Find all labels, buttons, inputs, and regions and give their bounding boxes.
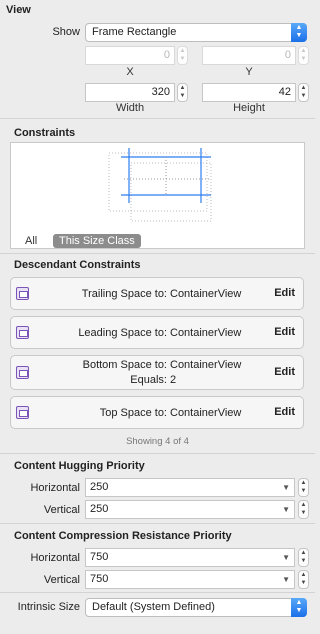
hugging-horizontal-stepper[interactable]: ▲ ▼ — [298, 478, 309, 497]
view-section-title: View — [6, 4, 31, 16]
hugging-horizontal-value: 250 — [90, 481, 109, 493]
constraint-icon — [16, 326, 29, 339]
separator — [0, 592, 315, 593]
separator — [0, 253, 315, 254]
compression-vertical-combo[interactable]: 750 ▼ — [85, 570, 295, 589]
constraints-diagram-graphic — [108, 148, 212, 222]
show-popup-value: Frame Rectangle — [92, 26, 177, 38]
intrinsic-size-popup[interactable]: Default (System Defined) ▲ ▼ — [85, 598, 307, 617]
compression-vertical-value: 750 — [90, 573, 109, 585]
popup-arrows-icon: ▲ ▼ — [291, 23, 307, 42]
constraint-name: Trailing Space to: — [81, 288, 167, 300]
height-field[interactable]: 42 — [202, 83, 296, 102]
tab-all[interactable]: All — [25, 235, 37, 247]
hugging-vertical-combo[interactable]: 250 ▼ — [85, 500, 295, 519]
constraints-section-title: Constraints — [14, 127, 76, 139]
y-label: Y — [245, 66, 253, 78]
hugging-horizontal-label: Horizontal — [30, 482, 80, 494]
constraint-target: ContainerView — [170, 407, 242, 419]
compression-vertical-stepper[interactable]: ▲ ▼ — [298, 570, 309, 589]
width-label: Width — [115, 102, 145, 114]
tab-this-size-class[interactable]: This Size Class — [53, 234, 141, 248]
separator — [0, 523, 315, 524]
chevron-down-icon: ▼ — [282, 553, 290, 562]
show-label: Show — [52, 26, 80, 38]
y-field[interactable]: 0 — [202, 46, 296, 65]
constraint-target: ContainerView — [170, 327, 242, 339]
constraint-target: ContainerView — [170, 359, 242, 371]
descendant-section-title: Descendant Constraints — [14, 259, 141, 271]
popup-arrows-icon: ▲ ▼ — [291, 598, 307, 617]
constraint-row-top[interactable]: Top Space to: ContainerView Edit — [10, 396, 304, 429]
hugging-vertical-value: 250 — [90, 503, 109, 515]
constraint-row-trailing[interactable]: Trailing Space to: ContainerView Edit — [10, 277, 304, 310]
hugging-section-title: Content Hugging Priority — [14, 460, 145, 472]
separator — [0, 118, 315, 119]
compression-horizontal-value: 750 — [90, 551, 109, 563]
edit-button[interactable]: Edit — [274, 406, 295, 418]
edit-button[interactable]: Edit — [274, 287, 295, 299]
chevron-down-icon: ▼ — [282, 575, 290, 584]
intrinsic-size-label: Intrinsic Size — [17, 601, 80, 613]
separator — [0, 453, 315, 454]
edit-button[interactable]: Edit — [274, 326, 295, 338]
height-label: Height — [233, 102, 265, 114]
y-stepper[interactable]: ▲ ▼ — [298, 46, 309, 65]
constraint-equals-label: Equals: — [130, 374, 167, 386]
x-label: X — [126, 66, 134, 78]
chevron-down-icon: ▼ — [282, 505, 290, 514]
hugging-vertical-stepper[interactable]: ▲ ▼ — [298, 500, 309, 519]
width-field[interactable]: 320 — [85, 83, 175, 102]
width-stepper[interactable]: ▲ ▼ — [177, 83, 188, 102]
constraint-name: Top Space to: — [99, 407, 167, 419]
x-stepper[interactable]: ▲ ▼ — [177, 46, 188, 65]
constraint-target: ContainerView — [170, 288, 242, 300]
compression-horizontal-label: Horizontal — [30, 552, 80, 564]
constraint-row-leading[interactable]: Leading Space to: ContainerView Edit — [10, 316, 304, 349]
compression-horizontal-stepper[interactable]: ▲ ▼ — [298, 548, 309, 567]
constraint-icon — [16, 406, 29, 419]
edit-button[interactable]: Edit — [274, 366, 295, 378]
compression-horizontal-combo[interactable]: 750 ▼ — [85, 548, 295, 567]
constraint-icon — [16, 366, 29, 379]
constraints-diagram — [10, 142, 305, 249]
compression-section-title: Content Compression Resistance Priority — [14, 530, 232, 542]
compression-vertical-label: Vertical — [43, 574, 80, 586]
constraint-row-bottom[interactable]: Bottom Space to: ContainerView Equals: 2… — [10, 355, 304, 390]
x-field[interactable]: 0 — [85, 46, 175, 65]
intrinsic-size-value: Default (System Defined) — [92, 601, 215, 613]
hugging-vertical-label: Vertical — [43, 504, 80, 516]
constraint-name: Bottom Space to: — [82, 359, 167, 371]
chevron-down-icon: ▼ — [282, 483, 290, 492]
constraint-icon — [16, 287, 29, 300]
showing-count: Showing 4 of 4 — [126, 436, 189, 447]
constraint-equals-value: 2 — [170, 374, 177, 386]
constraint-name: Leading Space to: — [78, 327, 167, 339]
show-popup[interactable]: Frame Rectangle ▲ ▼ — [85, 23, 307, 42]
hugging-horizontal-combo[interactable]: 250 ▼ — [85, 478, 295, 497]
height-stepper[interactable]: ▲ ▼ — [298, 83, 309, 102]
